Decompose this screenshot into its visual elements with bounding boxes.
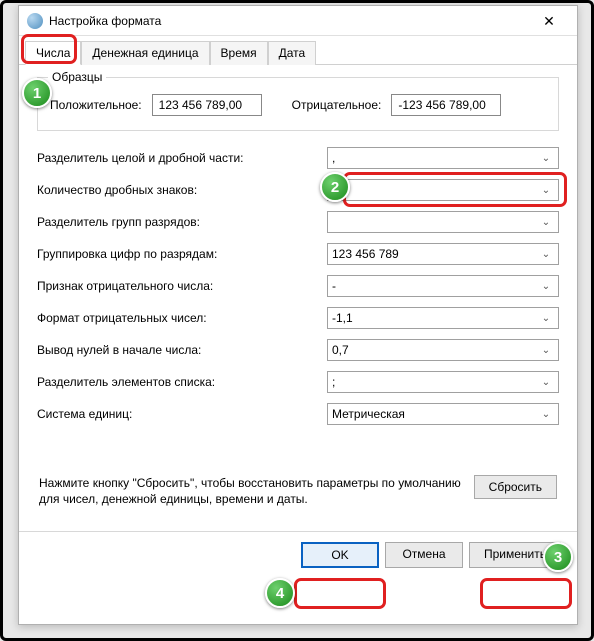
row-neg-format: Формат отрицательных чисел: -1,1 ⌄ — [37, 307, 559, 329]
select-list-sep[interactable]: ; ⌄ — [327, 371, 559, 393]
select-value: ; — [332, 375, 335, 389]
select-decimal-sep[interactable]: , ⌄ — [327, 147, 559, 169]
chevron-down-icon: ⌄ — [538, 409, 554, 420]
tab-currency[interactable]: Денежная единица — [81, 41, 209, 65]
globe-icon — [27, 13, 43, 29]
row-decimal-sep: Разделитель целой и дробной части: , ⌄ — [37, 147, 559, 169]
row-neg-sign: Признак отрицательного числа: - ⌄ — [37, 275, 559, 297]
window-title: Настройка формата — [49, 14, 529, 28]
select-grouping[interactable]: 123 456 789 ⌄ — [327, 243, 559, 265]
select-value: - — [332, 279, 336, 293]
select-value: , — [332, 151, 335, 165]
select-decimal-digits[interactable]: 2 ⌄ — [327, 179, 559, 201]
tab-date[interactable]: Дата — [268, 41, 317, 65]
chevron-down-icon: ⌄ — [538, 153, 554, 164]
samples-title: Образцы — [48, 70, 106, 84]
select-measure[interactable]: Метрическая ⌄ — [327, 403, 559, 425]
row-decimal-digits: Количество дробных знаков: 2 ⌄ — [37, 179, 559, 201]
reset-text: Нажмите кнопку "Сбросить", чтобы восстан… — [39, 475, 464, 507]
chevron-down-icon: ⌄ — [538, 249, 554, 260]
chevron-down-icon: ⌄ — [538, 217, 554, 228]
negative-value: -123 456 789,00 — [391, 94, 501, 116]
label-neg-format: Формат отрицательных чисел: — [37, 311, 327, 325]
select-value: 0,7 — [332, 343, 349, 357]
label-decimal-digits: Количество дробных знаков: — [37, 183, 327, 197]
select-value: -1,1 — [332, 311, 353, 325]
chevron-down-icon: ⌄ — [538, 345, 554, 356]
label-group-sep: Разделитель групп разрядов: — [37, 215, 327, 229]
tab-bar: Числа Денежная единица Время Дата — [19, 36, 577, 65]
label-grouping: Группировка цифр по разрядам: — [37, 247, 327, 261]
apply-button[interactable]: Применить — [469, 542, 561, 568]
label-measure: Система единиц: — [37, 407, 327, 421]
select-neg-sign[interactable]: - ⌄ — [327, 275, 559, 297]
tab-numbers[interactable]: Числа — [25, 41, 81, 65]
label-list-sep: Разделитель элементов списка: — [37, 375, 327, 389]
chevron-down-icon: ⌄ — [538, 281, 554, 292]
dialog-buttons: OK Отмена Применить — [19, 531, 577, 578]
row-list-sep: Разделитель элементов списка: ; ⌄ — [37, 371, 559, 393]
dialog-window: Настройка формата ✕ Числа Денежная едини… — [18, 5, 578, 625]
chevron-down-icon: ⌄ — [538, 185, 554, 196]
close-icon[interactable]: ✕ — [529, 6, 569, 36]
tab-content: Образцы Положительное: 123 456 789,00 От… — [19, 65, 577, 519]
cancel-button[interactable]: Отмена — [385, 542, 463, 568]
chevron-down-icon: ⌄ — [538, 313, 554, 324]
titlebar: Настройка формата ✕ — [19, 6, 577, 36]
ok-button[interactable]: OK — [301, 542, 379, 568]
label-leading-zero: Вывод нулей в начале числа: — [37, 343, 327, 357]
select-value: 123 456 789 — [332, 247, 399, 261]
reset-area: Нажмите кнопку "Сбросить", чтобы восстан… — [37, 475, 559, 507]
select-group-sep[interactable]: ⌄ — [327, 211, 559, 233]
row-group-sep: Разделитель групп разрядов: ⌄ — [37, 211, 559, 233]
row-grouping: Группировка цифр по разрядам: 123 456 78… — [37, 243, 559, 265]
select-value: Метрическая — [332, 407, 405, 421]
reset-button[interactable]: Сбросить — [474, 475, 557, 499]
positive-value: 123 456 789,00 — [152, 94, 262, 116]
label-neg-sign: Признак отрицательного числа: — [37, 279, 327, 293]
negative-label: Отрицательное: — [292, 98, 382, 112]
row-leading-zero: Вывод нулей в начале числа: 0,7 ⌄ — [37, 339, 559, 361]
select-leading-zero[interactable]: 0,7 ⌄ — [327, 339, 559, 361]
label-decimal-sep: Разделитель целой и дробной части: — [37, 151, 327, 165]
tab-time[interactable]: Время — [210, 41, 268, 65]
samples-group: Образцы Положительное: 123 456 789,00 От… — [37, 77, 559, 131]
chevron-down-icon: ⌄ — [538, 377, 554, 388]
row-measure: Система единиц: Метрическая ⌄ — [37, 403, 559, 425]
select-neg-format[interactable]: -1,1 ⌄ — [327, 307, 559, 329]
positive-label: Положительное: — [50, 98, 142, 112]
select-value: 2 — [332, 183, 339, 197]
